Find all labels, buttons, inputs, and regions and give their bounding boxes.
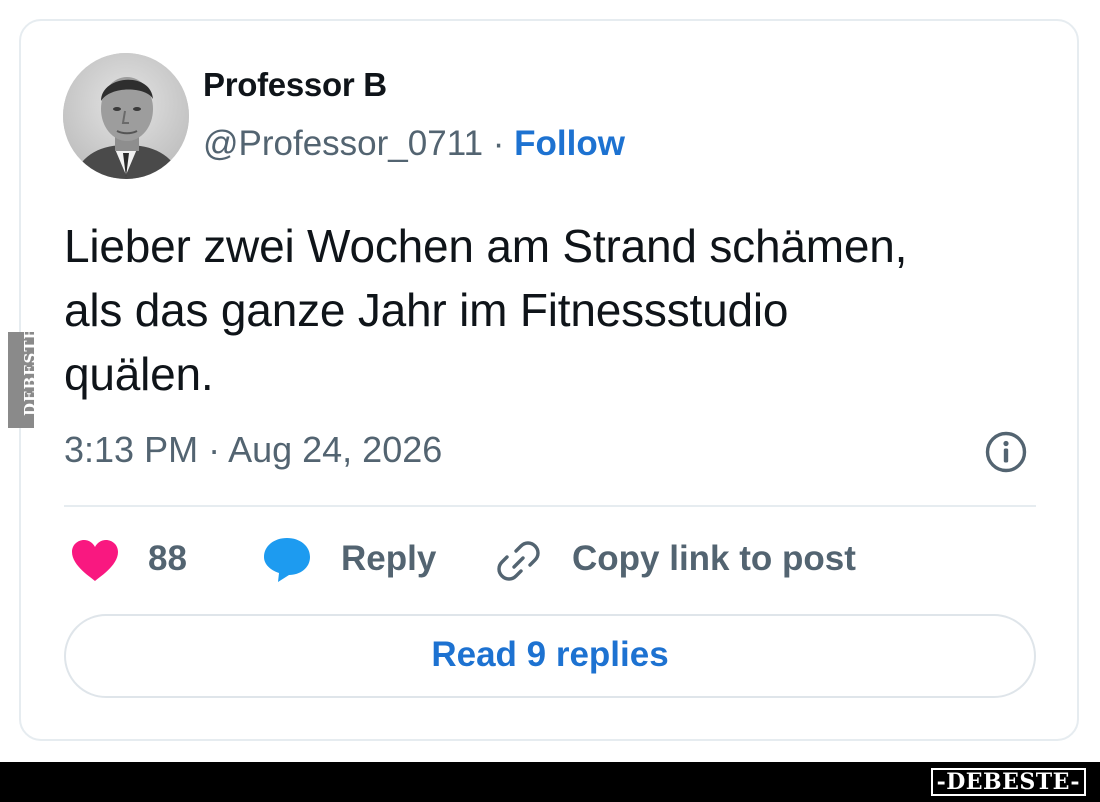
copy-link-label: Copy link to post — [572, 539, 856, 578]
side-watermark-text: DEBESTE — [21, 327, 39, 416]
footer-bar: -DEBESTE- — [0, 762, 1100, 802]
debeste-logo: -DEBESTE- — [930, 768, 1086, 796]
author-handle[interactable]: @Professor_0711 — [203, 124, 483, 163]
like-count: 88 — [148, 539, 187, 578]
tweet-text-line: quälen. — [64, 348, 214, 400]
heart-icon — [72, 540, 118, 581]
copy-link-button[interactable]: Copy link to post — [494, 533, 864, 589]
follow-button[interactable]: Follow — [514, 124, 625, 163]
link-icon — [497, 541, 540, 581]
avatar-photo-icon — [63, 53, 189, 179]
tweet-text-line: Lieber zwei Wochen am Strand schämen, — [64, 220, 908, 272]
page: Professor B @Professor_0711 · Follow Lie… — [0, 0, 1100, 802]
handle-separator: · — [483, 124, 515, 163]
tweet-text-line: als das ganze Jahr im Fitnessstudio — [64, 284, 789, 336]
info-icon[interactable] — [984, 430, 1028, 474]
speech-bubble-icon — [264, 538, 310, 582]
tweet-timestamp[interactable]: 3:13 PM · Aug 24, 2026 — [64, 429, 442, 471]
reply-label: Reply — [341, 539, 437, 578]
author-handle-line: @Professor_0711 · Follow — [203, 124, 625, 164]
read-replies-button[interactable]: Read 9 replies — [64, 614, 1036, 698]
divider — [64, 505, 1036, 507]
reply-button[interactable]: Reply — [262, 533, 442, 589]
author-display-name[interactable]: Professor B — [203, 66, 387, 104]
tweet-text: Lieber zwei Wochen am Strand schämen, al… — [64, 214, 1064, 406]
side-watermark: DEBESTE — [8, 327, 39, 428]
like-button[interactable]: 88 — [70, 533, 200, 589]
author-avatar[interactable] — [63, 53, 189, 179]
